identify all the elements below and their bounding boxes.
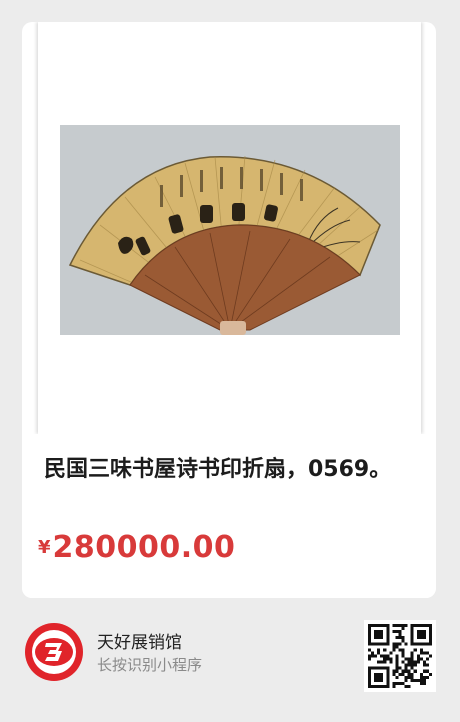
- shop-hint: 长按识别小程序: [97, 656, 203, 674]
- folding-fan-illustration: [60, 125, 400, 335]
- share-footer: 天好展销馆 长按识别小程序: [0, 600, 460, 722]
- shop-name: 天好展销馆: [97, 633, 182, 653]
- price-amount: 280000.00: [52, 530, 236, 565]
- product-image-frame: [38, 22, 421, 434]
- product-card[interactable]: 民国三味书屋诗书印折扇，0569。 ¥280000.00: [22, 22, 436, 598]
- qr-code-icon[interactable]: [364, 620, 436, 692]
- product-price: ¥280000.00: [38, 530, 235, 565]
- price-currency: ¥: [38, 537, 51, 558]
- shop-logo-icon: [24, 622, 84, 682]
- product-image[interactable]: [60, 125, 400, 335]
- product-info: 民国三味书屋诗书印折扇，0569。 ¥280000.00: [22, 434, 436, 598]
- product-title: 民国三味书屋诗书印折扇，0569。: [44, 457, 392, 482]
